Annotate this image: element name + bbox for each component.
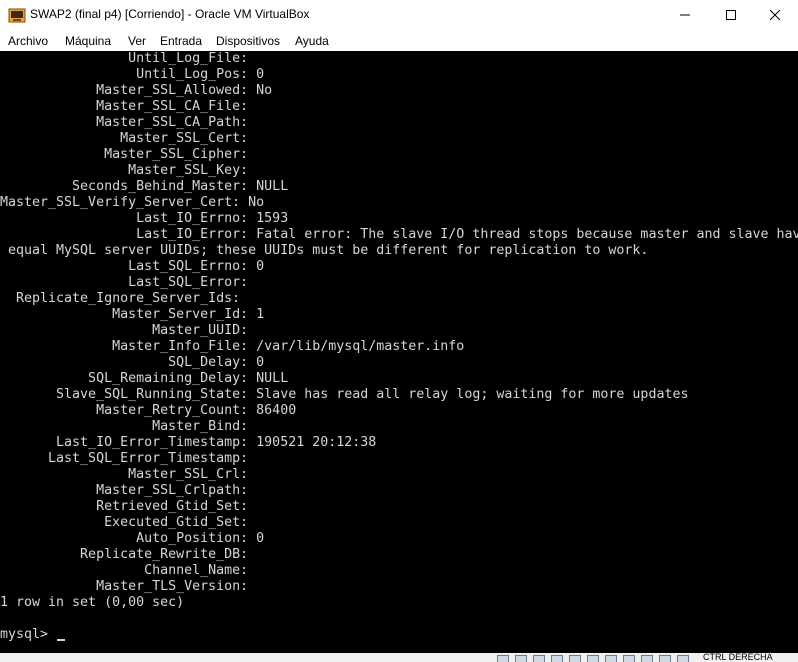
console-line: Last_SQL_Error:: [0, 275, 257, 290]
console-line: Master_SSL_Key:: [0, 163, 257, 178]
cpu-icon[interactable]: [641, 655, 653, 662]
menu-dispositivos[interactable]: Dispositivos: [216, 34, 280, 48]
console-line: Retrieved_Gtid_Set:: [0, 499, 257, 514]
video-capture-icon[interactable]: [623, 655, 635, 662]
mysql-prompt: mysql>: [0, 627, 57, 642]
close-icon: [769, 9, 781, 21]
maximize-button[interactable]: [708, 0, 754, 30]
console-line: Auto_Position: 0: [0, 531, 265, 546]
maximize-icon: [726, 10, 736, 20]
console-line: Replicate_Rewrite_DB:: [0, 547, 257, 562]
menu-entrada[interactable]: Entrada: [160, 34, 202, 48]
console-line: Executed_Gtid_Set:: [0, 515, 257, 530]
console-line: equal MySQL server UUIDs; these UUIDs mu…: [0, 243, 649, 258]
console-line: SQL_Delay: 0: [0, 355, 265, 370]
console-line: Master_UUID:: [0, 323, 257, 338]
virtualization-icon[interactable]: [659, 655, 671, 662]
usb-icon[interactable]: [569, 655, 581, 662]
console-line: Seconds_Behind_Master: NULL: [0, 179, 289, 194]
console-line: Last_IO_Error: Fatal error: The slave I/…: [0, 227, 798, 242]
menu-ayuda[interactable]: Ayuda: [295, 34, 329, 48]
optical-drive-icon[interactable]: [515, 655, 527, 662]
console-line: Master_SSL_CA_File:: [0, 99, 257, 114]
mouse-integration-icon[interactable]: [677, 655, 689, 662]
menu-bar: Archivo Máquina Ver Entrada Dispositivos…: [0, 30, 798, 51]
menu-ver[interactable]: Ver: [128, 34, 146, 48]
console-line: Master_Info_File: /var/lib/mysql/master.…: [0, 339, 465, 354]
console-line: Master_SSL_Crlpath:: [0, 483, 257, 498]
console-line: Last_IO_Errno: 1593: [0, 211, 289, 226]
menu-maquina[interactable]: Máquina: [65, 34, 111, 48]
console-line: Master_SSL_CA_Path:: [0, 115, 257, 130]
virtualbox-app-icon: [8, 8, 26, 23]
console-line: Master_TLS_Version:: [0, 579, 257, 594]
console-line: Channel_Name:: [0, 563, 257, 578]
console-line: Until_Log_Pos: 0: [0, 67, 265, 82]
minimize-button[interactable]: [662, 0, 708, 30]
console-line: Replicate_Ignore_Server_Ids:: [0, 291, 249, 306]
console-line: Master_SSL_Cert:: [0, 131, 257, 146]
console-line: Slave_SQL_Running_State: Slave has read …: [0, 387, 689, 402]
console-line: Master_SSL_Crl:: [0, 467, 257, 482]
console-line: Master_SSL_Allowed: No: [0, 83, 273, 98]
close-button[interactable]: [752, 0, 798, 30]
text-cursor: [57, 639, 66, 641]
console-line: Master_Bind:: [0, 419, 257, 434]
window-title: SWAP2 (final p4) [Corriendo] - Oracle VM…: [30, 7, 310, 21]
console-line: SQL_Remaining_Delay: NULL: [0, 371, 289, 386]
network-icon[interactable]: [551, 655, 563, 662]
hard-disk-icon[interactable]: [497, 655, 509, 662]
status-bar: CTRL DERECHA: [0, 653, 798, 662]
minimize-icon: [680, 14, 690, 16]
menu-archivo[interactable]: Archivo: [8, 34, 48, 48]
title-bar: SWAP2 (final p4) [Corriendo] - Oracle VM…: [0, 0, 798, 30]
shared-folders-icon[interactable]: [587, 655, 599, 662]
prompt-line: mysql>: [0, 627, 66, 643]
console-line: Master_Server_Id: 1: [0, 307, 265, 322]
console-line: Until_Log_File:: [0, 51, 257, 66]
console-line: 1 row in set (0,00 sec): [0, 595, 185, 610]
console-line: Master_SSL_Verify_Server_Cert: No: [0, 195, 265, 210]
display-icon[interactable]: [605, 655, 617, 662]
console-line: Last_SQL_Error_Timestamp:: [0, 451, 257, 466]
console-line: Master_SSL_Cipher:: [0, 147, 257, 162]
vm-console-screen[interactable]: Until_Log_File: Until_Log_Pos: 0 Master_…: [0, 51, 798, 653]
host-key-label: CTRL DERECHA: [703, 653, 773, 662]
console-line: Master_Retry_Count: 86400: [0, 403, 297, 418]
audio-icon[interactable]: [533, 655, 545, 662]
console-line: Last_IO_Error_Timestamp: 190521 20:12:38: [0, 435, 377, 450]
console-line: Last_SQL_Errno: 0: [0, 259, 265, 274]
